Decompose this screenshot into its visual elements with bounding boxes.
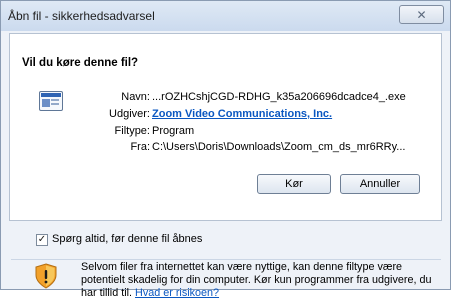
name-value: ...rOZHCshjCGD-RDHG_k35a206696dcadce4_.e…: [152, 91, 406, 103]
publisher-link[interactable]: Zoom Video Communications, Inc.: [152, 108, 332, 120]
from-label: Fra:: [130, 141, 150, 153]
from-value: C:\Users\Doris\Downloads\Zoom_cm_ds_mr6R…: [152, 141, 406, 153]
shield-warning-icon: [35, 263, 57, 289]
run-button[interactable]: Kør: [257, 174, 331, 194]
cancel-button[interactable]: Annuller: [340, 174, 420, 194]
ask-always-checkbox[interactable]: ✓: [36, 234, 48, 246]
publisher-label: Udgiver:: [109, 108, 150, 120]
risk-link[interactable]: Hvad er risikoen?: [135, 287, 219, 299]
divider: [11, 259, 441, 260]
filetype-label: Filtype:: [114, 125, 150, 137]
file-info-panel: Vil du køre denne fil? Navn: ...rOZHCshj…: [9, 33, 442, 221]
warning-message: Selvom filer fra internettet kan være ny…: [81, 261, 432, 299]
run-question: Vil du køre denne fil?: [22, 57, 139, 69]
filetype-value: Program: [152, 125, 195, 137]
window-title: Åbn fil - sikkerhedsadvarsel: [8, 9, 155, 23]
application-icon: [39, 91, 63, 111]
close-icon: ✕: [416, 7, 427, 22]
ask-always-label[interactable]: Spørg altid, før denne fil åbnes: [52, 233, 202, 245]
security-warning-dialog: Åbn fil - sikkerhedsadvarsel ✕ Vil du kø…: [0, 0, 451, 299]
title-bar: Åbn fil - sikkerhedsadvarsel ✕: [1, 1, 450, 31]
warning-text: Selvom filer fra internettet kan være ny…: [81, 261, 441, 300]
close-button[interactable]: ✕: [399, 5, 444, 24]
name-label: Navn:: [121, 91, 150, 103]
